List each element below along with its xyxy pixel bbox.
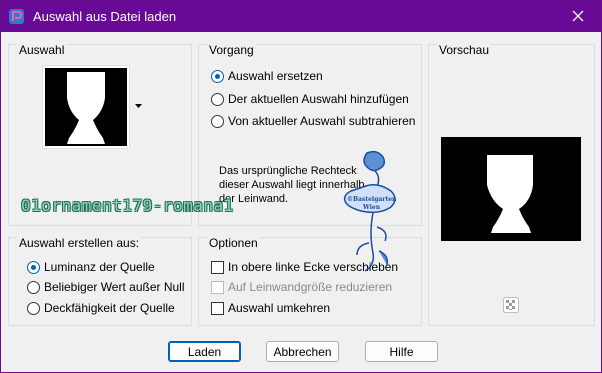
radio-button-checked[interactable] [27, 260, 40, 274]
checkbox-label: Auswahl umkehren [228, 301, 331, 315]
auswahl-group-title: Auswahl [17, 43, 67, 57]
optionen-group-title: Optionen [207, 236, 260, 250]
radio-auswahl-hinzufuegen[interactable]: Der aktuellen Auswahl hinzufügen [211, 90, 409, 108]
preview-image [441, 137, 581, 241]
selection-vase-image [45, 68, 127, 146]
checkbox[interactable] [211, 301, 224, 315]
checkbox[interactable] [211, 260, 224, 274]
vorgang-group-title: Vorgang [207, 43, 256, 57]
selection-thumbnail[interactable] [42, 65, 130, 149]
app-icon [9, 9, 24, 24]
title-bar[interactable]: Auswahl aus Datei laden [1, 1, 601, 32]
hilfe-button[interactable]: Hilfe [365, 341, 438, 362]
window-title: Auswahl aus Datei laden [33, 9, 177, 24]
radio-auswahl-subtrahieren[interactable]: Von aktueller Auswahl subtrahieren [211, 112, 415, 130]
radio-label: Beliebiger Wert außer Null [44, 280, 185, 294]
checkbox-label: Auf Leinwandgröße reduzieren [228, 280, 393, 294]
transparency-toggle-icon[interactable] [503, 297, 519, 313]
radio-label: Der aktuellen Auswahl hinzufügen [228, 92, 409, 106]
radio-button[interactable] [211, 114, 224, 128]
close-icon [572, 10, 584, 22]
filename-watermark: 01ornament179-romana1 [21, 196, 234, 215]
dialog-window: Auswahl aus Datei laden Auswahl Vorgang … [0, 0, 602, 373]
checkbox-leinwandgroesse: Auf Leinwandgröße reduzieren [211, 278, 392, 296]
erstellen-group-title: Auswahl erstellen aus: [17, 236, 142, 250]
radio-auswahl-ersetzen[interactable]: Auswahl ersetzen [211, 67, 323, 85]
radio-beliebiger-wert[interactable]: Beliebiger Wert außer Null [27, 278, 185, 296]
laden-button[interactable]: Laden [168, 341, 241, 362]
radio-button[interactable] [211, 92, 224, 106]
stamp-line-1: ©Bastelgarten [347, 196, 397, 203]
close-button[interactable] [555, 1, 601, 32]
radio-luminanz[interactable]: Luminanz der Quelle [27, 258, 155, 276]
checkbox-disabled [211, 280, 224, 294]
radio-label: Auswahl ersetzen [228, 69, 323, 83]
radio-label: Deckfähigkeit der Quelle [44, 301, 175, 315]
vorschau-group: Vorschau [428, 43, 595, 326]
radio-button[interactable] [27, 301, 40, 315]
vorschau-group-title: Vorschau [437, 43, 492, 57]
watermark-stamp: ©Bastelgarten Wien [343, 150, 397, 272]
checkbox-auswahl-umkehren[interactable]: Auswahl umkehren [211, 299, 330, 317]
radio-label: Von aktueller Auswahl subtrahieren [228, 114, 416, 128]
radio-deckfaehigkeit[interactable]: Deckfähigkeit der Quelle [27, 299, 175, 317]
dropdown-arrow-icon[interactable] [135, 104, 142, 109]
radio-label: Luminanz der Quelle [44, 260, 155, 274]
abbrechen-button[interactable]: Abbrechen [266, 341, 339, 362]
stamp-line-2: Wien [362, 204, 381, 211]
radio-button[interactable] [27, 280, 40, 294]
erstellen-group: Auswahl erstellen aus: Luminanz der Quel… [8, 236, 192, 326]
radio-button-checked[interactable] [211, 69, 224, 83]
